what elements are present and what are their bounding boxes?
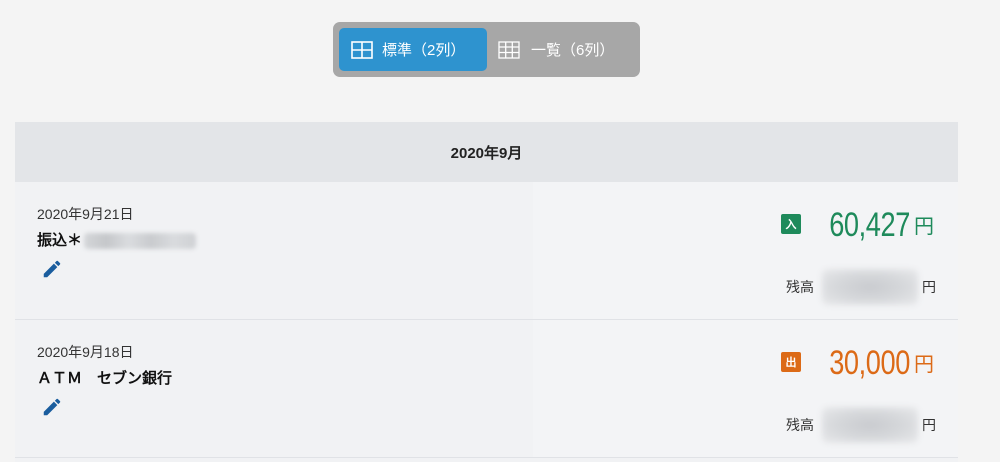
amount-line: 入 60,427 円	[781, 208, 934, 242]
balance-currency: 円	[922, 417, 936, 433]
amount-currency: 円	[914, 354, 934, 376]
amount-line: 出 30,000 円	[781, 346, 934, 380]
redacted-balance	[822, 269, 918, 305]
balance-line: 残高 円	[786, 407, 936, 443]
transaction-amounts: 出 30,000 円 残高 円	[533, 320, 958, 457]
two-column-grid-icon	[351, 40, 373, 59]
balance-line: 残高 円	[786, 269, 936, 305]
pencil-edit-icon[interactable]	[41, 396, 63, 418]
balance-label: 残高	[786, 279, 814, 295]
transaction-date: 2020年9月21日	[37, 206, 134, 222]
standard-view-label: 標準（2列）	[382, 42, 466, 59]
description-text: 振込＊	[37, 232, 83, 249]
month-header: 2020年9月	[15, 122, 958, 182]
list-view-button[interactable]: 一覧（6列）	[493, 28, 634, 71]
pencil-edit-icon[interactable]	[41, 258, 63, 280]
balance-currency: 円	[922, 279, 936, 295]
view-toggle: 標準（2列） 一覧（6列）	[333, 22, 640, 77]
transaction-row: 2020年9月18日 ＡＴＭ セブン銀行 出 30,000 円 残高 円	[15, 320, 958, 458]
transaction-details: 2020年9月18日 ＡＴＭ セブン銀行	[15, 320, 533, 457]
transaction-amount: 60,427	[829, 206, 910, 244]
transaction-description: ＡＴＭ セブン銀行	[37, 370, 173, 387]
transaction-row: 2020年9月21日 振込＊ 入 60,427 円 残高 円	[15, 182, 958, 320]
transaction-details: 2020年9月21日 振込＊	[15, 182, 533, 319]
redacted-balance	[822, 407, 918, 443]
standard-view-button[interactable]: 標準（2列）	[339, 28, 487, 71]
six-column-grid-icon	[498, 40, 520, 59]
deposit-badge: 入	[781, 214, 801, 234]
withdrawal-badge: 出	[781, 352, 801, 372]
redacted-name	[84, 233, 197, 250]
transaction-amount: 30,000	[829, 344, 910, 382]
amount-currency: 円	[914, 216, 934, 238]
list-view-label: 一覧（6列）	[531, 42, 615, 59]
transaction-date: 2020年9月18日	[37, 344, 134, 360]
transaction-amounts: 入 60,427 円 残高 円	[533, 182, 958, 319]
transaction-list: 2020年9月 2020年9月21日 振込＊ 入 60,427 円 残高 円 2…	[15, 122, 958, 462]
balance-label: 残高	[786, 417, 814, 433]
transaction-description: 振込＊	[37, 229, 197, 250]
